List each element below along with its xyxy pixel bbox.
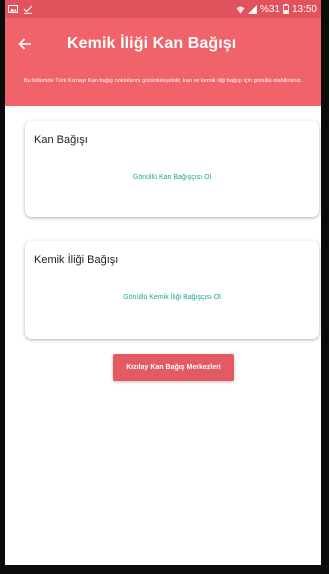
blood-donor-volunteer-link[interactable]: Gönüllü Kan Bağışçısı Ol bbox=[25, 174, 319, 181]
banner-text: Bu bölümde Türk Kızılayı Kan bağış nokta… bbox=[23, 78, 303, 84]
card-title: Kan Bağışı bbox=[34, 134, 88, 146]
arrow-left-icon bbox=[18, 38, 32, 50]
device-frame: %31 13:50 Kemik İliği Kan Bağışı Bu bölü… bbox=[0, 0, 329, 574]
image-icon bbox=[8, 5, 18, 13]
battery-percent: %31 bbox=[259, 3, 280, 15]
checkmark-download-icon bbox=[23, 5, 33, 14]
bone-marrow-donor-volunteer-link[interactable]: Gönüllü Kemik İliği Bağışçısı Ol bbox=[25, 294, 319, 301]
app-screen: %31 13:50 Kemik İliği Kan Bağışı Bu bölü… bbox=[5, 0, 321, 565]
battery-icon bbox=[283, 4, 289, 14]
info-banner: Bu bölümde Türk Kızılayı Kan bağış nokta… bbox=[5, 70, 321, 106]
page-title: Kemik İliği Kan Bağışı bbox=[67, 35, 237, 52]
blood-donation-card: Kan Bağışı Gönüllü Kan Bağışçısı Ol bbox=[25, 121, 319, 217]
status-left bbox=[8, 5, 33, 14]
donation-centers-button[interactable]: Kızılay Kan Bağış Merkezleri bbox=[113, 354, 234, 381]
card-title: Kemik İliği Bağışı bbox=[34, 254, 119, 266]
bone-marrow-donation-card: Kemik İliği Bağışı Gönüllü Kemik İliği B… bbox=[25, 241, 319, 339]
signal-icon bbox=[247, 4, 257, 14]
wifi-icon bbox=[236, 5, 245, 14]
status-time: 13:50 bbox=[291, 3, 317, 15]
status-right: %31 13:50 bbox=[236, 4, 317, 15]
app-bar: Kemik İliği Kan Bağışı bbox=[5, 18, 321, 70]
back-button[interactable] bbox=[5, 18, 45, 70]
status-bar: %31 13:50 bbox=[5, 0, 321, 18]
